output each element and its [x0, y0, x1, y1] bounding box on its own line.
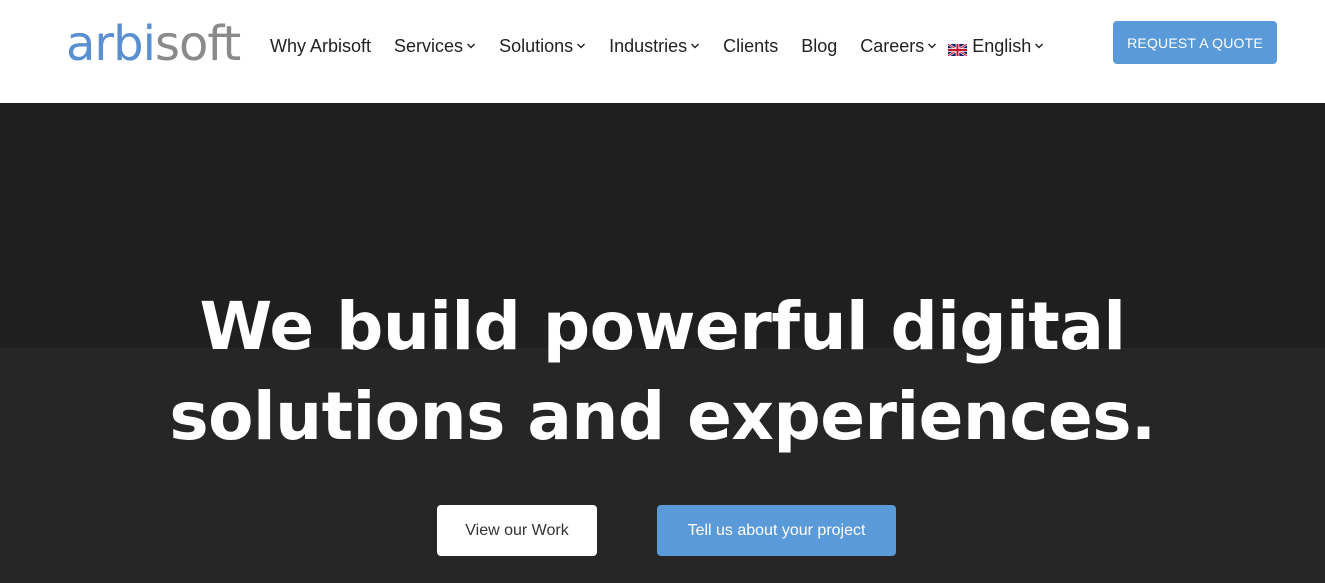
tell-project-button[interactable]: Tell us about your project: [657, 505, 896, 556]
nav-services[interactable]: Services: [394, 36, 476, 57]
headline-line2: solutions and experiences.: [169, 378, 1156, 455]
nav-label: Why Arbisoft: [270, 35, 372, 56]
nav-label: Industries: [609, 35, 688, 56]
uk-flag-icon: [947, 40, 968, 58]
nav-why-arbisoft[interactable]: Why Arbisoft: [270, 36, 371, 57]
nav-clients[interactable]: Clients: [723, 36, 778, 57]
chevron-down-icon: [576, 41, 586, 51]
nav-careers[interactable]: Careers: [860, 36, 937, 57]
logo-text-part1: arbi: [66, 16, 156, 72]
site-header: arbisoft Why Arbisoft Services Solutions…: [0, 0, 1325, 103]
chevron-down-icon: [927, 41, 937, 51]
view-work-button[interactable]: View our Work: [437, 505, 597, 556]
headline-line1: We build powerful digital: [199, 288, 1126, 365]
nav-label: Services: [394, 35, 464, 56]
request-quote-button[interactable]: REQUEST A QUOTE: [1113, 21, 1277, 64]
hero-headline: We build powerful digital solutions and …: [0, 282, 1325, 462]
nav-label: Solutions: [499, 35, 574, 56]
language-selector[interactable]: English: [947, 35, 1044, 58]
nav-label: Blog: [801, 35, 838, 56]
nav-industries[interactable]: Industries: [609, 36, 700, 57]
nav-solutions[interactable]: Solutions: [499, 36, 586, 57]
main-nav: Why Arbisoft Services Solutions Industri…: [270, 33, 1067, 59]
language-label: English: [972, 35, 1032, 56]
chevron-down-icon: [466, 41, 476, 51]
nav-blog[interactable]: Blog: [801, 36, 837, 57]
nav-label: Clients: [723, 35, 779, 56]
arbisoft-logo[interactable]: arbisoft: [66, 16, 241, 72]
nav-label: Careers: [860, 35, 925, 56]
chevron-down-icon: [690, 41, 700, 51]
logo-text-part2: soft: [154, 16, 241, 72]
chevron-down-icon: [1034, 41, 1044, 51]
